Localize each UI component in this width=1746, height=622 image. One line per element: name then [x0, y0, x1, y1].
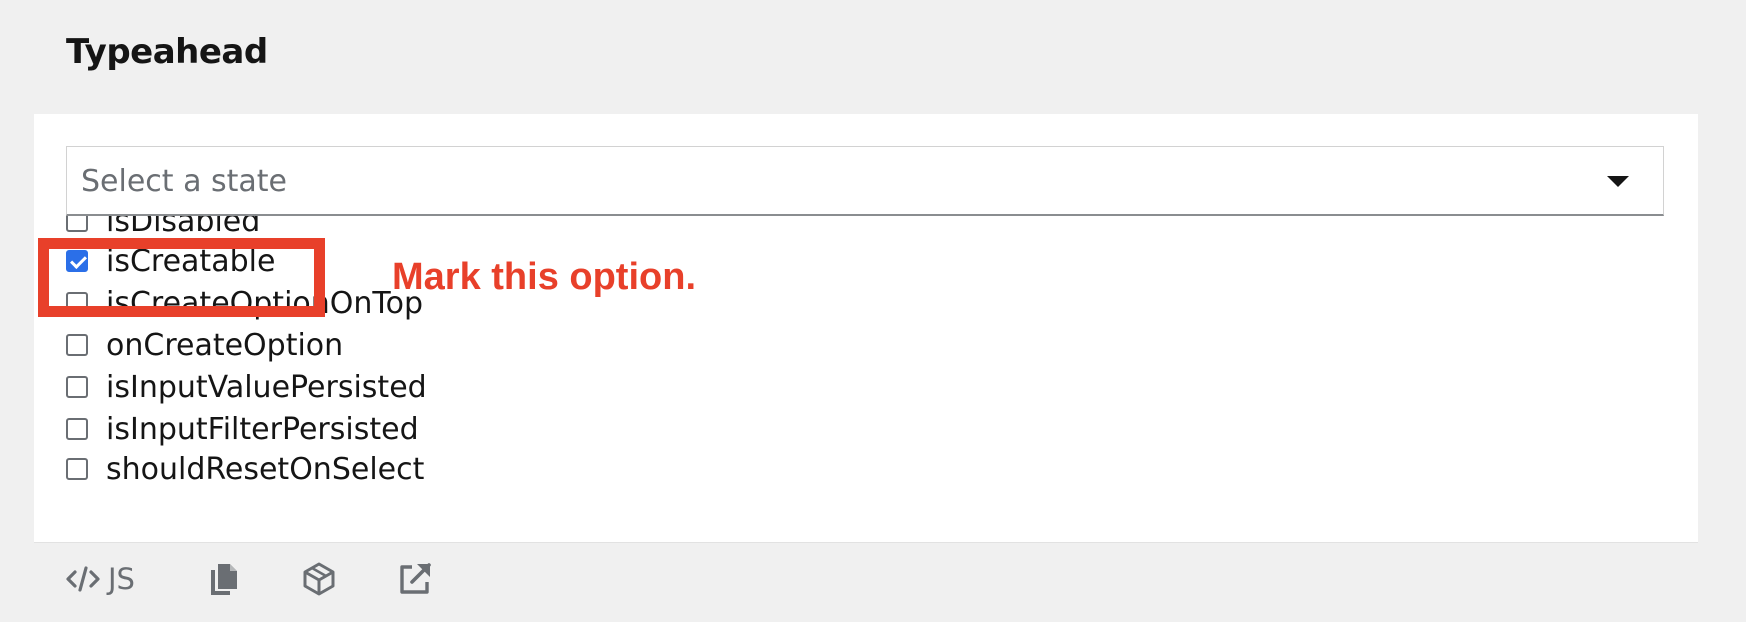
checkbox[interactable]	[66, 216, 88, 232]
open-in-new-window-button[interactable]	[398, 558, 432, 600]
copy-code-button[interactable]	[208, 558, 240, 600]
external-link-icon	[400, 563, 431, 594]
option-label: isDisabled	[106, 216, 261, 239]
option-is-input-value-persisted[interactable]: isInputValuePersisted	[66, 366, 427, 408]
caret-down-icon[interactable]	[1607, 176, 1629, 187]
annotation-text: Mark this option.	[392, 256, 696, 298]
checkbox[interactable]	[66, 458, 88, 480]
option-label: shouldResetOnSelect	[106, 451, 425, 487]
state-select[interactable]: Select a state	[66, 146, 1664, 216]
option-label: onCreateOption	[106, 327, 344, 363]
section-title: Typeahead	[66, 32, 268, 72]
option-is-input-filter-persisted[interactable]: isInputFilterPersisted	[66, 408, 419, 450]
checkbox[interactable]	[66, 334, 88, 356]
option-should-reset-on-select[interactable]: shouldResetOnSelect	[66, 448, 424, 490]
checkbox[interactable]	[66, 418, 88, 440]
code-icon	[66, 566, 100, 592]
option-label: isInputFilterPersisted	[106, 411, 419, 447]
js-label: JS	[108, 562, 135, 596]
checkbox[interactable]	[66, 376, 88, 398]
open-in-codesandbox-button[interactable]	[302, 558, 336, 600]
option-label: isInputValuePersisted	[106, 369, 427, 405]
copy-icon	[211, 564, 237, 595]
select-placeholder[interactable]: Select a state	[81, 164, 287, 199]
footer-divider	[34, 542, 1698, 543]
view-js-code-button[interactable]: JS	[66, 558, 135, 600]
codesandbox-icon	[303, 562, 335, 596]
option-on-create-option[interactable]: onCreateOption	[66, 324, 343, 366]
annotation-highlight-box	[38, 238, 325, 317]
